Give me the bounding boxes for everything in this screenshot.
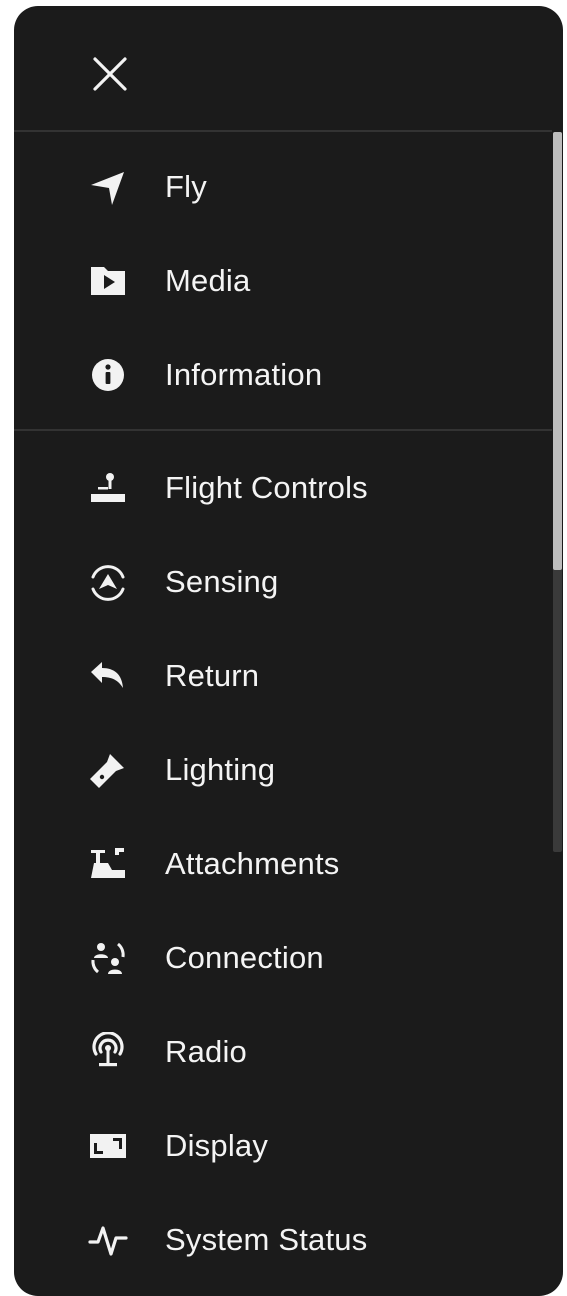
joystick-icon bbox=[84, 464, 132, 512]
scrollbar-track[interactable] bbox=[552, 132, 563, 1292]
menu-item-connection[interactable]: Connection bbox=[14, 911, 552, 1005]
menu-item-return[interactable]: Return bbox=[14, 629, 552, 723]
display-icon bbox=[84, 1122, 132, 1170]
menu-item-system-status[interactable]: System Status bbox=[14, 1193, 552, 1287]
menu-item-label: Attachments bbox=[165, 846, 340, 881]
menu-item-lighting[interactable]: Lighting bbox=[14, 723, 552, 817]
sensing-icon bbox=[84, 558, 132, 606]
navigation-menu-panel: Fly Media Information Flight Controls Se… bbox=[14, 6, 563, 1296]
menu-item-label: Flight Controls bbox=[165, 470, 368, 505]
menu-item-radio[interactable]: Radio bbox=[14, 1005, 552, 1099]
pulse-icon bbox=[84, 1216, 132, 1264]
menu-item-attachments[interactable]: Attachments bbox=[14, 817, 552, 911]
connection-users-icon bbox=[84, 934, 132, 982]
menu-item-label: Connection bbox=[165, 940, 324, 975]
menu-item-label: Information bbox=[165, 357, 323, 392]
media-folder-icon bbox=[84, 257, 132, 305]
menu-item-label: Radio bbox=[165, 1034, 247, 1069]
menu-item-flight-controls[interactable]: Flight Controls bbox=[14, 441, 552, 535]
navigation-arrow-icon bbox=[84, 163, 132, 211]
scrollbar-thumb[interactable] bbox=[553, 132, 562, 570]
section-divider bbox=[14, 429, 552, 431]
menu-item-sensing[interactable]: Sensing bbox=[14, 535, 552, 629]
menu-header bbox=[14, 6, 563, 132]
menu-item-information[interactable]: Information bbox=[14, 328, 552, 422]
menu-item-label: Display bbox=[165, 1128, 269, 1163]
menu-item-display[interactable]: Display bbox=[14, 1099, 552, 1193]
close-button[interactable] bbox=[86, 50, 134, 98]
menu-item-label: Fly bbox=[165, 169, 207, 204]
header-divider bbox=[14, 130, 552, 132]
flashlight-icon bbox=[84, 746, 132, 794]
info-icon bbox=[84, 351, 132, 399]
menu-item-label: Media bbox=[165, 263, 251, 298]
close-icon bbox=[91, 55, 129, 93]
menu-item-label: Return bbox=[165, 658, 260, 693]
return-arrow-icon bbox=[84, 652, 132, 700]
menu-item-label: Lighting bbox=[165, 752, 276, 787]
menu-item-label: Sensing bbox=[165, 564, 279, 599]
menu-item-fly[interactable]: Fly bbox=[14, 140, 552, 234]
radio-antenna-icon bbox=[84, 1028, 132, 1076]
menu-item-label: System Status bbox=[165, 1222, 368, 1257]
attachment-icon bbox=[84, 840, 132, 888]
menu-item-media[interactable]: Media bbox=[14, 234, 552, 328]
